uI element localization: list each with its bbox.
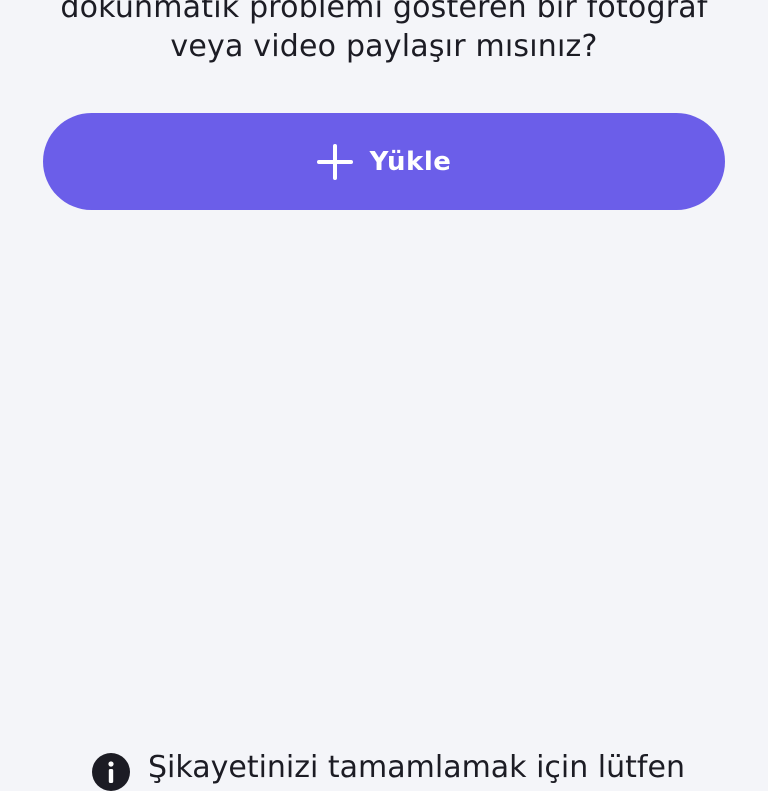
upload-prompt-line-1: dokunmatik problemi gösteren bir fotoğra… — [60, 0, 708, 25]
info-note: Şikayetinizi tamamlamak için lütfen — [92, 748, 685, 791]
upload-button[interactable]: Yükle — [43, 113, 725, 210]
info-icon — [92, 753, 130, 791]
upload-button-label: Yükle — [369, 146, 452, 177]
plus-icon — [316, 143, 353, 180]
upload-prompt: dokunmatik problemi gösteren bir fotoğra… — [0, 0, 768, 66]
upload-prompt-line-2: veya video paylaşır mısınız? — [170, 29, 598, 64]
